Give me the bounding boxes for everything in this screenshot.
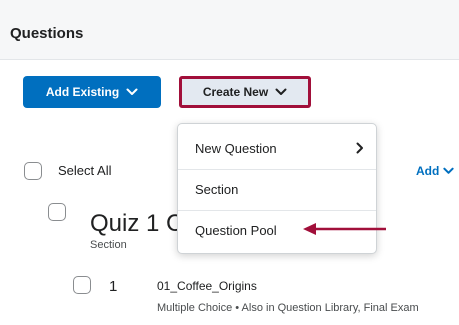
section-type-label: Section	[90, 239, 127, 251]
add-label: Add	[416, 164, 440, 178]
section-checkbox[interactable]	[48, 203, 66, 221]
add-existing-label: Add Existing	[45, 85, 120, 99]
menu-item-label: Section	[195, 182, 239, 197]
add-menu-button[interactable]: Add	[416, 164, 454, 178]
section-title[interactable]: Quiz 1 C	[90, 210, 183, 238]
create-new-label: Create New	[202, 85, 269, 99]
chevron-down-icon	[275, 88, 287, 95]
chevron-down-icon	[126, 88, 138, 95]
add-existing-button[interactable]: Add Existing	[23, 76, 161, 108]
menu-item-label: Question Pool	[195, 223, 277, 238]
arrow-left-icon	[303, 223, 386, 235]
question-title[interactable]: 01_Coffee_Origins	[157, 279, 257, 293]
select-all-checkbox[interactable]	[24, 162, 42, 180]
questions-panel: Questions Add Existing Create New Select…	[0, 0, 459, 325]
menu-item-new-question[interactable]: New Question	[178, 128, 376, 168]
menu-item-section[interactable]: Section	[178, 169, 376, 209]
chevron-right-icon	[356, 142, 363, 154]
question-number: 1	[109, 278, 118, 295]
menu-item-label: New Question	[195, 140, 277, 156]
question-checkbox[interactable]	[73, 276, 91, 294]
select-all-label: Select All	[58, 163, 112, 178]
question-meta: Multiple Choice • Also in Question Libra…	[157, 302, 419, 314]
chevron-down-icon	[443, 167, 454, 174]
panel-header: Questions	[0, 0, 459, 60]
page-title: Questions	[10, 25, 84, 42]
create-new-button[interactable]: Create New	[179, 76, 311, 108]
